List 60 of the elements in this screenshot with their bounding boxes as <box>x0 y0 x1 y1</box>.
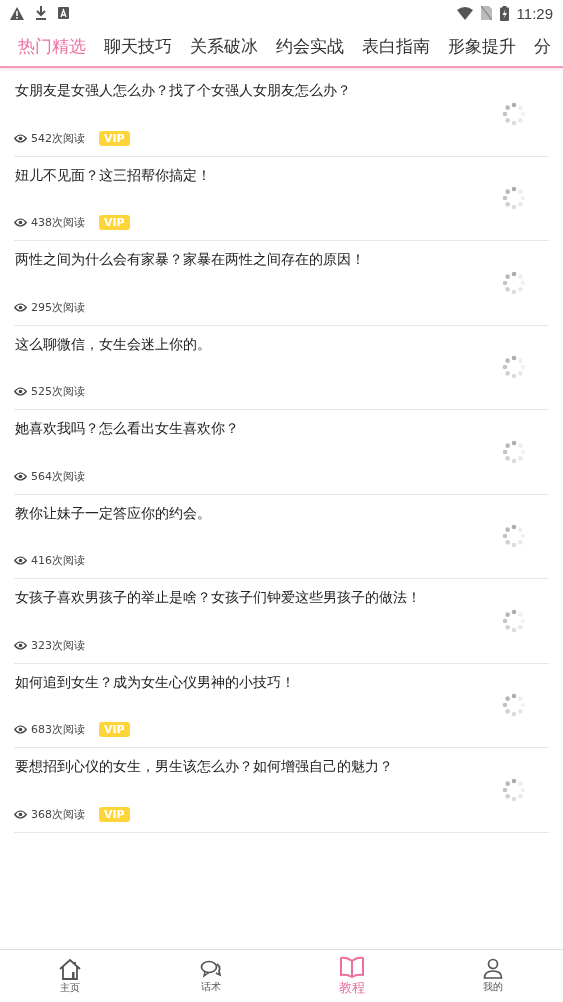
eye-icon <box>14 640 27 650</box>
read-count: 564次阅读 <box>31 468 85 484</box>
loading-spinner-icon <box>502 270 526 295</box>
read-count: 542次阅读 <box>31 130 85 146</box>
vip-badge: VIP <box>99 722 130 737</box>
loading-spinner-icon <box>502 608 526 633</box>
article-title[interactable]: 女朋友是女强人怎么办？找了个女强人女朋友怎么办？ <box>14 82 479 100</box>
chat-bubbles-icon <box>200 958 223 979</box>
read-count: 295次阅读 <box>31 299 85 315</box>
loading-spinner-icon <box>502 524 526 549</box>
eye-icon <box>14 387 27 396</box>
eye-icon <box>14 133 27 143</box>
article-title[interactable]: 教你让妹子一定答应你的约会。 <box>14 504 479 523</box>
article-title[interactable]: 她喜欢我吗？怎么看出女生喜欢你？ <box>14 420 479 438</box>
category-tab[interactable]: 分 <box>534 34 551 58</box>
eye-icon <box>14 725 27 734</box>
eye-icon <box>14 556 27 565</box>
loading-spinner-icon <box>502 777 526 802</box>
eye-icon <box>14 218 27 227</box>
read-count: 368次阅读 <box>31 806 85 822</box>
person-icon <box>482 958 503 979</box>
article-title[interactable]: 女孩子喜欢男孩子的举止是啥？女孩子们钟爱这些男孩子的做法！ <box>14 589 479 607</box>
category-tab[interactable]: 形象提升 <box>448 34 516 58</box>
article-title[interactable]: 这么聊微信，女生会迷上你的。 <box>14 335 479 354</box>
warning-icon <box>10 6 24 20</box>
bottom-nav-tab[interactable]: 话术 <box>140 950 282 1002</box>
category-tab[interactable]: 聊天技巧 <box>104 34 172 58</box>
loading-spinner-icon <box>502 355 526 380</box>
bottom-nav-tab[interactable]: 主页 <box>0 950 141 1002</box>
loading-spinner-icon <box>502 693 526 718</box>
article-title[interactable]: 妞儿不见面？这三招帮你搞定！ <box>14 166 479 185</box>
article-title[interactable]: 两性之间为什么会有家暴？家暴在两性之间存在的原因！ <box>14 251 479 269</box>
letter-a-icon <box>58 7 69 19</box>
read-count: 416次阅读 <box>31 553 85 568</box>
loading-spinner-icon <box>502 186 526 211</box>
eye-icon <box>14 302 27 312</box>
download-icon <box>35 6 47 20</box>
bottom-nav-tab[interactable]: 我的 <box>422 950 563 1002</box>
home-icon <box>58 957 83 980</box>
category-tab[interactable]: 表白指南 <box>362 34 430 58</box>
no-sim-icon <box>480 6 492 20</box>
loading-spinner-icon <box>502 101 526 126</box>
read-count: 323次阅读 <box>31 637 85 653</box>
eye-icon <box>14 471 27 481</box>
vip-badge: VIP <box>99 215 130 230</box>
category-tab[interactable]: 关系破冰 <box>190 34 258 58</box>
vip-badge: VIP <box>99 130 130 146</box>
read-count: 683次阅读 <box>31 722 85 737</box>
article-title[interactable]: 要想招到心仪的女生，男生该怎么办？如何增强自己的魅力？ <box>14 758 479 776</box>
read-count: 438次阅读 <box>31 215 85 230</box>
vip-badge: VIP <box>99 806 130 822</box>
category-tab[interactable]: 约会实战 <box>276 34 344 58</box>
wifi-icon <box>456 6 473 20</box>
clock-time: 11:29 <box>516 4 553 22</box>
open-book-icon <box>338 955 365 978</box>
eye-icon <box>14 809 27 819</box>
battery-icon <box>499 5 509 21</box>
read-count: 525次阅读 <box>31 384 85 399</box>
article-title[interactable]: 如何追到女生？成为女生心仪男神的小技巧！ <box>14 673 479 692</box>
loading-spinner-icon <box>502 439 526 464</box>
